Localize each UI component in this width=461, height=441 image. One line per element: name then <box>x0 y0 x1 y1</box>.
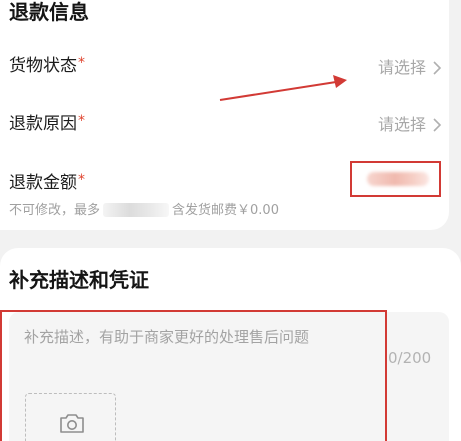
refund-amount-redacted <box>367 172 429 186</box>
refund-amount-label: 退款金额* <box>9 172 85 193</box>
refund-amount-label-text: 退款金额 <box>9 173 77 193</box>
amount-hint-redacted <box>103 203 170 217</box>
character-counter: 0/200 <box>388 349 432 367</box>
camera-icon <box>60 414 84 433</box>
required-mark: * <box>78 113 85 129</box>
required-mark: * <box>78 172 85 188</box>
goods-status-select[interactable]: 请选择 <box>378 60 442 76</box>
upload-photo-button[interactable] <box>25 393 116 441</box>
refund-reason-label-text: 退款原因 <box>9 114 77 134</box>
chevron-right-icon <box>433 61 442 75</box>
refund-reason-label: 退款原因* <box>9 113 85 134</box>
required-mark: * <box>78 55 85 71</box>
chevron-right-icon <box>433 118 442 132</box>
goods-status-label: 货物状态* <box>9 55 85 76</box>
amount-hint: 不可修改，最多 含发货邮费￥0.00 <box>9 203 279 217</box>
amount-hint-suffix: 含发货邮费￥0.00 <box>172 202 279 218</box>
supplement-title: 补充描述和凭证 <box>9 268 149 292</box>
refund-reason-select[interactable]: 请选择 <box>378 117 442 133</box>
refund-amount-field[interactable] <box>350 161 441 197</box>
goods-status-label-text: 货物状态 <box>9 56 77 76</box>
amount-hint-prefix: 不可修改，最多 <box>9 202 101 218</box>
refund-reason-value: 请选择 <box>377 115 426 134</box>
goods-status-value: 请选择 <box>377 58 426 77</box>
refund-info-title: 退款信息 <box>9 0 89 24</box>
